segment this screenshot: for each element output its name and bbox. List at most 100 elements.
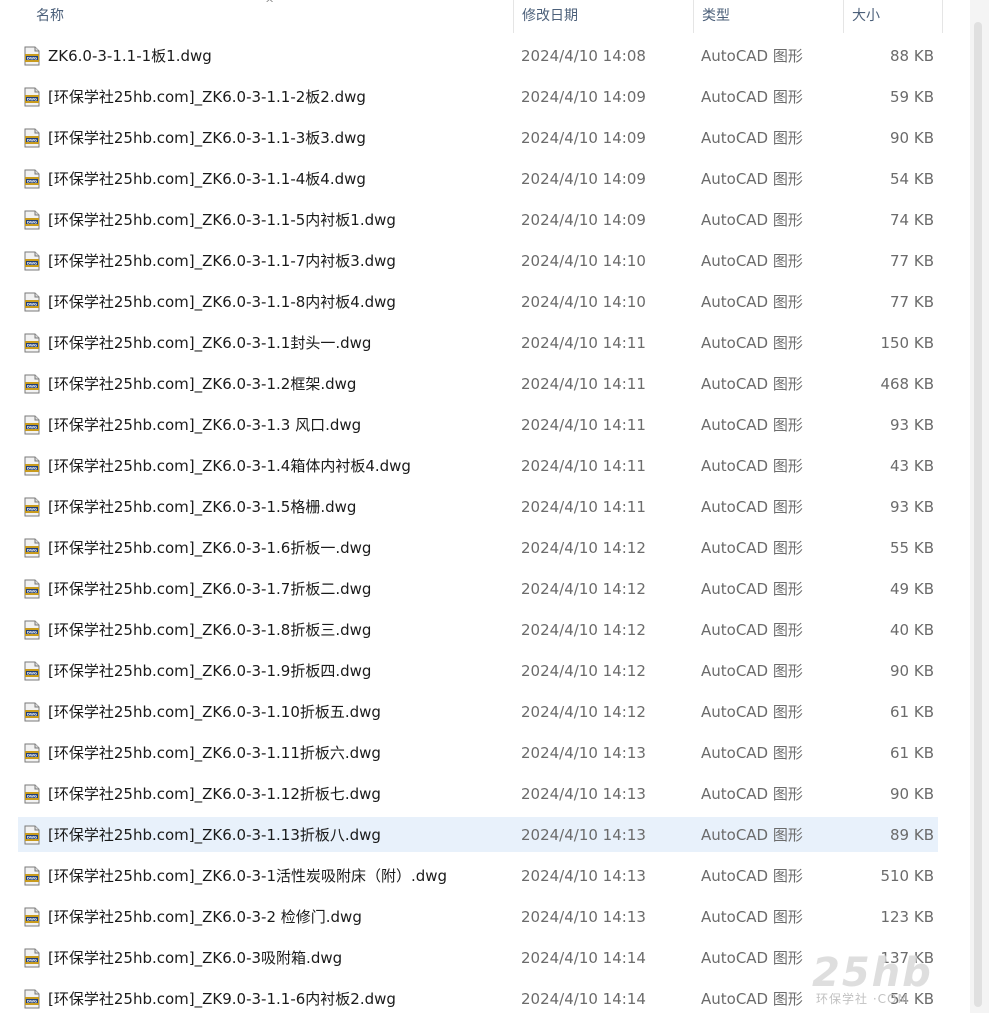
column-header-type[interactable]: 类型 [693,0,843,33]
file-name: [环保学社25hb.com]_ZK6.0-3-1.11折板六.dwg [48,744,381,762]
file-row[interactable]: DWG [环保学社25hb.com]_ZK6.0-3-1.10折板五.dwg 202… [18,694,938,729]
dwg-file-icon: DWG [24,374,40,394]
file-type: AutoCAD 图形 [701,990,803,1008]
svg-text:DWG: DWG [27,877,37,881]
file-size: 49 KB [890,580,934,598]
dwg-file-icon: DWG [24,989,40,1009]
file-modified-date: 2024/4/10 14:09 [521,211,646,229]
file-name: [环保学社25hb.com]_ZK6.0-3-1活性炭吸附床（附）.dwg [48,867,448,885]
svg-text:DWG: DWG [27,385,37,389]
file-row[interactable]: DWG [环保学社25hb.com]_ZK6.0-3-1.1-5内衬板1.dwg 2… [18,202,938,237]
file-size: 89 KB [890,826,934,844]
file-name: [环保学社25hb.com]_ZK6.0-3-1.7折板二.dwg [48,580,372,598]
file-row[interactable]: DWG [环保学社25hb.com]_ZK6.0-3-1.2框架.dwg 2024/… [18,366,938,401]
dwg-file-icon: DWG [24,661,40,681]
svg-text:DWG: DWG [27,672,37,676]
file-modified-date: 2024/4/10 14:09 [521,88,646,106]
svg-text:DWG: DWG [27,754,37,758]
file-modified-date: 2024/4/10 14:13 [521,908,646,926]
file-name: ZK6.0-3-1.1-1板1.dwg [48,47,212,65]
file-size: 150 KB [880,334,934,352]
column-header-size[interactable]: 大小 [843,0,943,33]
file-row[interactable]: DWG [环保学社25hb.com]_ZK6.0-3-1.1封头一.dwg 2024… [18,325,938,360]
file-name: [环保学社25hb.com]_ZK6.0-3-1.5格栅.dwg [48,498,357,516]
file-row[interactable]: DWG [环保学社25hb.com]_ZK6.0-3-1.6折板一.dwg 2024… [18,530,938,565]
file-type: AutoCAD 图形 [701,375,803,393]
svg-text:DWG: DWG [27,221,37,225]
file-row[interactable]: DWG [环保学社25hb.com]_ZK6.0-3-1.13折板八.dwg 202… [18,817,938,852]
dwg-file-icon: DWG [24,620,40,640]
svg-text:DWG: DWG [27,180,37,184]
svg-text:DWG: DWG [27,795,37,799]
file-row[interactable]: DWG [环保学社25hb.com]_ZK6.0-3-1.1-7内衬板3.dwg 2… [18,243,938,278]
file-type: AutoCAD 图形 [701,662,803,680]
dwg-file-icon: DWG [24,825,40,845]
svg-text:DWG: DWG [27,836,37,840]
dwg-file-icon: DWG [24,743,40,763]
dwg-file-icon: DWG [24,169,40,189]
file-size: 90 KB [890,662,934,680]
svg-text:DWG: DWG [27,139,37,143]
file-row[interactable]: DWG [环保学社25hb.com]_ZK6.0-3-1.11折板六.dwg 202… [18,735,938,770]
file-row[interactable]: DWG [环保学社25hb.com]_ZK6.0-3-1.1-8内衬板4.dwg 2… [18,284,938,319]
file-modified-date: 2024/4/10 14:13 [521,867,646,885]
file-row[interactable]: DWG [环保学社25hb.com]_ZK6.0-3-1.5格栅.dwg 2024/… [18,489,938,524]
file-modified-date: 2024/4/10 14:14 [521,990,646,1008]
file-type: AutoCAD 图形 [701,826,803,844]
file-name: [环保学社25hb.com]_ZK6.0-3-1.8折板三.dwg [48,621,372,639]
file-name: [环保学社25hb.com]_ZK6.0-3-1.13折板八.dwg [48,826,381,844]
file-row[interactable]: DWG [环保学社25hb.com]_ZK6.0-3-2 检修门.dwg 2024/… [18,899,938,934]
file-row[interactable]: DWG [环保学社25hb.com]_ZK6.0-3吸附箱.dwg 2024/4/1… [18,940,938,975]
file-type: AutoCAD 图形 [701,47,803,65]
file-row[interactable]: DWG ZK6.0-3-1.1-1板1.dwg 2024/4/10 14:08 Aut… [18,38,938,73]
file-type: AutoCAD 图形 [701,703,803,721]
file-type: AutoCAD 图形 [701,334,803,352]
dwg-file-icon: DWG [24,579,40,599]
svg-text:DWG: DWG [27,57,37,61]
column-header-bar: 名称 ^ 修改日期 类型 大小 [0,0,944,33]
file-modified-date: 2024/4/10 14:12 [521,621,646,639]
dwg-file-icon: DWG [24,46,40,66]
file-name: [环保学社25hb.com]_ZK6.0-3吸附箱.dwg [48,949,343,967]
file-row[interactable]: DWG [环保学社25hb.com]_ZK6.0-3-1.8折板三.dwg 2024… [18,612,938,647]
file-size: 55 KB [890,539,934,557]
file-row[interactable]: DWG [环保学社25hb.com]_ZK6.0-3-1.7折板二.dwg 2024… [18,571,938,606]
file-modified-date: 2024/4/10 14:11 [521,416,646,434]
file-size: 77 KB [890,252,934,270]
svg-text:DWG: DWG [27,262,37,266]
file-row[interactable]: DWG [环保学社25hb.com]_ZK6.0-3-1.1-3板3.dwg 202… [18,120,938,155]
file-modified-date: 2024/4/10 14:12 [521,662,646,680]
vertical-scrollbar[interactable] [970,0,989,1013]
file-name: [环保学社25hb.com]_ZK6.0-3-1.1-2板2.dwg [48,88,366,106]
dwg-file-icon: DWG [24,128,40,148]
svg-text:DWG: DWG [27,467,37,471]
dwg-file-icon: DWG [24,497,40,517]
file-row[interactable]: DWG [环保学社25hb.com]_ZK6.0-3-1.9折板四.dwg 2024… [18,653,938,688]
scrollbar-thumb[interactable] [974,22,982,1007]
file-row[interactable]: DWG [环保学社25hb.com]_ZK6.0-3-1.12折板七.dwg 202… [18,776,938,811]
file-type: AutoCAD 图形 [701,293,803,311]
file-name: [环保学社25hb.com]_ZK6.0-3-1.1封头一.dwg [48,334,372,352]
file-row[interactable]: DWG [环保学社25hb.com]_ZK6.0-3-1.4箱体内衬板4.dwg 2… [18,448,938,483]
column-header-name-label: 名称 [36,8,64,24]
dwg-file-icon: DWG [24,702,40,722]
file-row[interactable]: DWG [环保学社25hb.com]_ZK6.0-3-1.3 风口.dwg 2024… [18,407,938,442]
file-name: [环保学社25hb.com]_ZK6.0-3-1.1-5内衬板1.dwg [48,211,396,229]
file-size: 93 KB [890,498,934,516]
file-size: 90 KB [890,785,934,803]
svg-text:DWG: DWG [27,508,37,512]
file-row[interactable]: DWG [环保学社25hb.com]_ZK6.0-3-1活性炭吸附床（附）.dwg… [18,858,938,893]
file-name: [环保学社25hb.com]_ZK6.0-3-1.6折板一.dwg [48,539,372,557]
file-row[interactable]: DWG [环保学社25hb.com]_ZK6.0-3-1.1-2板2.dwg 202… [18,79,938,114]
file-type: AutoCAD 图形 [701,949,803,967]
file-type: AutoCAD 图形 [701,498,803,516]
file-row[interactable]: DWG [环保学社25hb.com]_ZK9.0-3-1.1-6内衬板2.dwg 2… [18,981,938,1016]
file-size: 137 KB [880,949,934,967]
dwg-file-icon: DWG [24,210,40,230]
file-modified-date: 2024/4/10 14:08 [521,47,646,65]
file-modified-date: 2024/4/10 14:11 [521,498,646,516]
file-size: 54 KB [890,170,934,188]
file-row[interactable]: DWG [环保学社25hb.com]_ZK6.0-3-1.1-4板4.dwg 202… [18,161,938,196]
dwg-file-icon: DWG [24,784,40,804]
column-header-modified[interactable]: 修改日期 [513,0,693,33]
